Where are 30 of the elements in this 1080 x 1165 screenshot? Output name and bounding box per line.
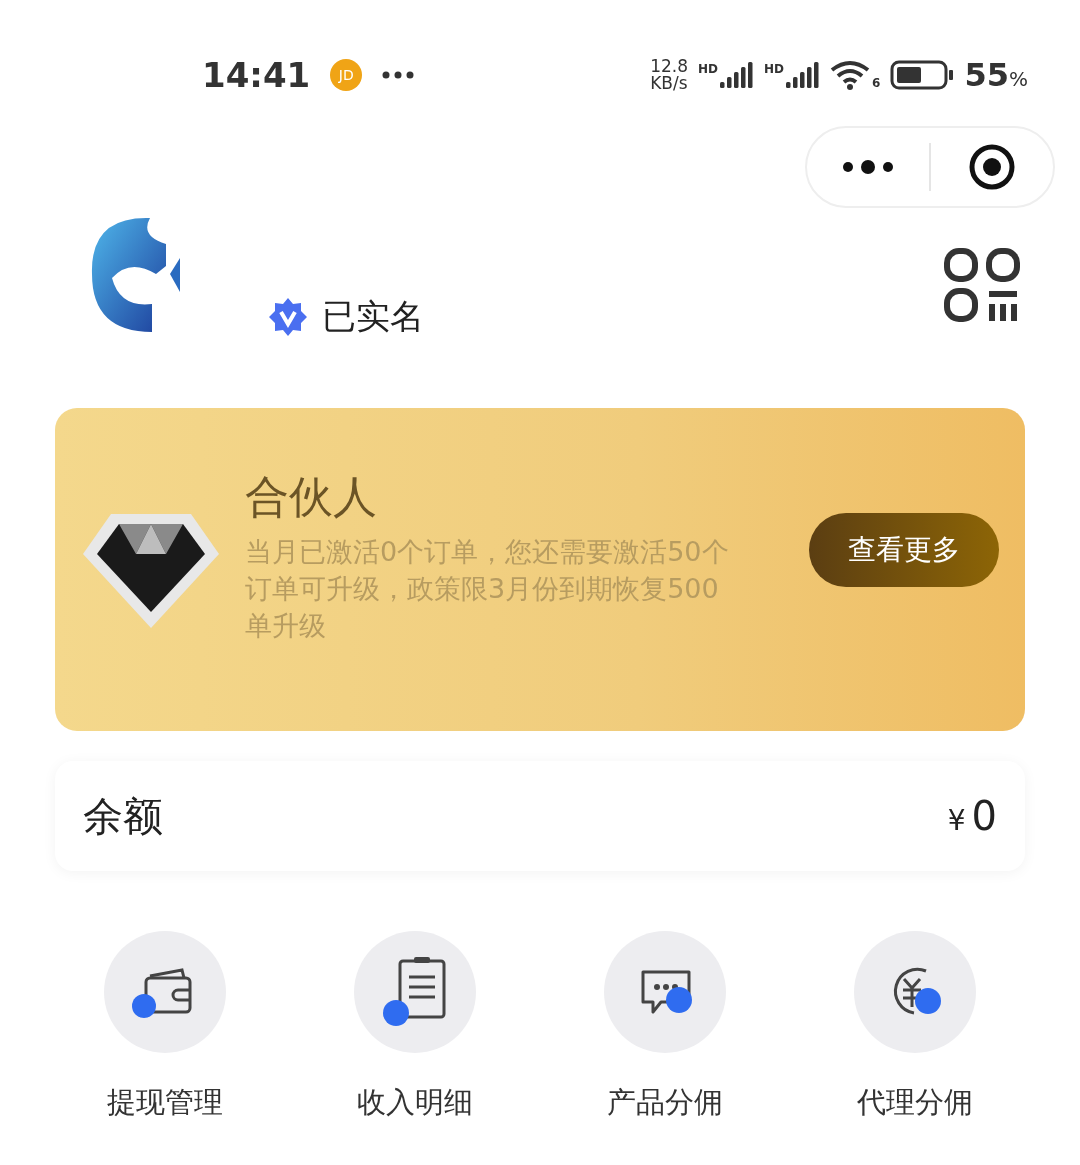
balance-amount: 0	[971, 793, 997, 839]
upgrade-description: 当月已激活0个订单，您还需要激活50个订单可升级，政策限3月份到期恢复500单升级	[245, 534, 730, 643]
menu-shortcut[interactable]: 收入明细	[290, 931, 540, 1123]
more-dots-icon	[842, 159, 894, 175]
clock-time: 14:41	[202, 55, 311, 95]
currency-symbol: ¥	[947, 804, 966, 837]
hd-label: HD	[698, 62, 719, 76]
verified-badge-icon	[268, 297, 308, 337]
battery-percent: 55	[964, 56, 1009, 94]
wifi-label: 6	[872, 76, 881, 90]
app-notification-badge: JD	[330, 59, 363, 91]
more-dots-icon	[382, 71, 415, 79]
wifi-icon	[830, 60, 871, 90]
hd-label: HD	[764, 62, 785, 76]
network-speed: 12.8	[650, 58, 689, 75]
menu-shortcut[interactable]: 提现管理	[40, 931, 290, 1123]
view-more-button[interactable]: 查看更多	[809, 512, 999, 587]
menu-shortcut[interactable]: 产品分佣	[540, 931, 790, 1123]
network-speed-unit: KB/s	[650, 75, 689, 92]
battery-icon	[890, 60, 955, 90]
balance-label: 余额	[83, 791, 163, 841]
percent-sign: %	[1009, 67, 1028, 91]
signal-icon	[720, 62, 755, 88]
target-icon	[968, 143, 1016, 191]
verified-label: 已实名	[322, 295, 424, 338]
qr-code-icon[interactable]	[944, 248, 1020, 322]
menu-shortcut[interactable]: 代理分佣	[790, 931, 1040, 1123]
member-level-title: 合伙人	[245, 469, 378, 524]
signal-icon	[786, 62, 821, 88]
clipboard-icon	[382, 955, 448, 1029]
